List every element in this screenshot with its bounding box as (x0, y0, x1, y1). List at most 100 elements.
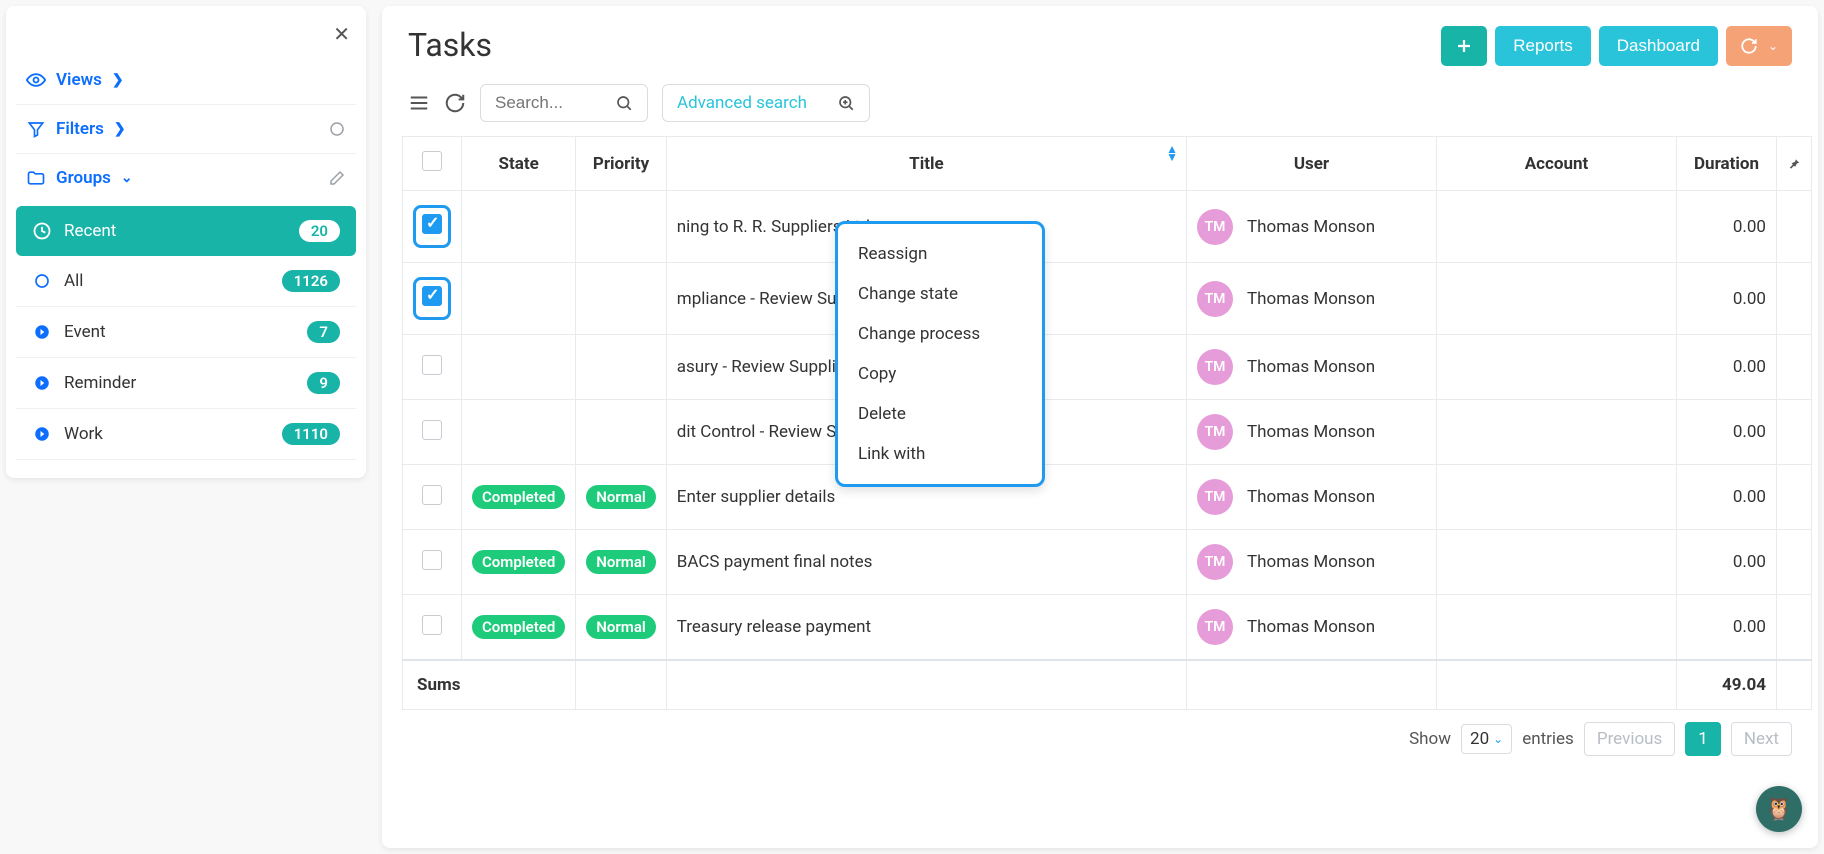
row-checkbox[interactable] (422, 550, 442, 570)
avatar: TM (1197, 349, 1233, 385)
entries-label: entries (1522, 729, 1574, 749)
row-title: BACS payment final notes (666, 530, 1186, 595)
row-checkbox[interactable] (422, 214, 442, 234)
table-row[interactable]: Completed Normal BACS payment final note… (403, 530, 1812, 595)
priority-badge: Normal (586, 615, 655, 639)
help-owl-avatar[interactable]: 🦉 (1756, 786, 1802, 832)
pager-previous[interactable]: Previous (1584, 722, 1675, 756)
avatar: TM (1197, 544, 1233, 580)
table-row[interactable]: mpliance - Review Supplier Details TMTho… (403, 263, 1812, 335)
avatar: TM (1197, 609, 1233, 645)
context-menu-item-link-with[interactable]: Link with (838, 434, 1042, 474)
row-title: Treasury release payment (666, 595, 1186, 661)
row-user: Thomas Monson (1247, 552, 1375, 572)
add-button[interactable] (1441, 26, 1487, 66)
row-checkbox[interactable] (422, 420, 442, 440)
context-menu-item-delete[interactable]: Delete (838, 394, 1042, 434)
row-account (1437, 530, 1677, 595)
chevron-down-icon: ⌄ (121, 170, 133, 186)
table-row[interactable]: ning to R. R. Suppliers Ltd TMThomas Mon… (403, 191, 1812, 263)
col-header-checkbox[interactable] (403, 137, 462, 191)
col-header-user[interactable]: User (1187, 137, 1437, 191)
priority-badge: Normal (586, 485, 655, 509)
refresh-icon[interactable] (444, 92, 466, 114)
circle-icon (32, 271, 52, 291)
chevron-right-icon: ❯ (114, 121, 126, 137)
pager-page-1[interactable]: 1 (1685, 722, 1721, 756)
table-row[interactable]: Completed Normal Treasury release paymen… (403, 595, 1812, 661)
row-duration: 0.00 (1677, 400, 1777, 465)
sums-duration: 49.04 (1677, 660, 1777, 710)
row-checkbox[interactable] (422, 485, 442, 505)
views-label: Views (56, 70, 102, 90)
row-checkbox[interactable] (422, 355, 442, 375)
chevron-down-icon: ⌄ (1768, 39, 1778, 53)
avatar: TM (1197, 281, 1233, 317)
table-row[interactable]: dit Control - Review Supplier Details TM… (403, 400, 1812, 465)
sidebar-item-work[interactable]: Work1110 (16, 409, 356, 460)
sidebar: ✕ Views ❯ Filters ❯ Groups ⌄ (6, 6, 366, 478)
sidebar-item-count: 20 (299, 220, 340, 242)
context-menu-item-change-process[interactable]: Change process (838, 314, 1042, 354)
row-account (1437, 465, 1677, 530)
sidebar-item-reminder[interactable]: Reminder 9 (16, 358, 356, 409)
sidebar-item-label: Work (64, 424, 103, 444)
dashboard-button[interactable]: Dashboard (1599, 26, 1718, 66)
col-header-duration[interactable]: Duration (1677, 137, 1777, 191)
sidebar-item-all[interactable]: All1126 (16, 256, 356, 307)
context-menu: ReassignChange stateChange processCopyDe… (835, 221, 1045, 487)
row-user: Thomas Monson (1247, 487, 1375, 507)
groups-list: Recent 20 All1126Event7 Reminder 9 Work1110 (16, 206, 356, 460)
groups-section-header[interactable]: Groups ⌄ (16, 154, 356, 202)
search-input-wrap[interactable] (480, 84, 648, 122)
state-badge: Completed (472, 485, 565, 509)
row-checkbox[interactable] (422, 615, 442, 635)
avatar: TM (1197, 414, 1233, 450)
circle-outline-icon[interactable] (328, 120, 346, 138)
row-account (1437, 335, 1677, 400)
row-user: Thomas Monson (1247, 217, 1375, 237)
row-duration: 0.00 (1677, 530, 1777, 595)
arrow-icon (32, 373, 52, 393)
col-header-account[interactable]: Account (1437, 137, 1677, 191)
row-account (1437, 595, 1677, 661)
reports-button[interactable]: Reports (1495, 26, 1591, 66)
col-header-title[interactable]: Title ▲▼ (666, 137, 1186, 191)
sidebar-item-count: 9 (307, 372, 340, 394)
chevron-right-icon: ❯ (112, 72, 124, 88)
sidebar-item-label: Reminder (64, 373, 136, 393)
views-section[interactable]: Views ❯ (16, 56, 356, 105)
page-size-select[interactable]: 20 ⌄ (1461, 724, 1512, 754)
sidebar-item-label: Recent (64, 221, 116, 241)
search-icon[interactable] (615, 94, 633, 112)
sidebar-item-count: 7 (307, 321, 340, 343)
row-user: Thomas Monson (1247, 289, 1375, 309)
chevron-down-icon: ⌄ (1493, 732, 1503, 746)
table-row[interactable]: asury - Review Supplier Details TMThomas… (403, 335, 1812, 400)
menu-icon[interactable] (408, 92, 430, 114)
col-header-priority[interactable]: Priority (576, 137, 666, 191)
context-menu-item-change-state[interactable]: Change state (838, 274, 1042, 314)
groups-label: Groups (56, 168, 111, 188)
row-duration: 0.00 (1677, 335, 1777, 400)
table-row[interactable]: Completed Normal Enter supplier details … (403, 465, 1812, 530)
row-checkbox[interactable] (422, 286, 442, 306)
sidebar-item-recent[interactable]: Recent 20 (16, 206, 356, 256)
col-header-state[interactable]: State (462, 137, 576, 191)
context-menu-item-reassign[interactable]: Reassign (838, 234, 1042, 274)
row-account (1437, 400, 1677, 465)
advanced-search-label: Advanced search (677, 93, 807, 113)
edit-icon[interactable] (328, 169, 346, 187)
sidebar-item-event[interactable]: Event7 (16, 307, 356, 358)
refresh-dropdown-button[interactable]: ⌄ (1726, 26, 1792, 66)
close-icon[interactable]: ✕ (333, 22, 350, 46)
row-user: Thomas Monson (1247, 422, 1375, 442)
sidebar-item-label: All (64, 271, 83, 291)
advanced-search-button[interactable]: Advanced search (662, 84, 870, 122)
filters-section[interactable]: Filters ❯ (16, 105, 356, 154)
row-account (1437, 263, 1677, 335)
col-header-pin[interactable] (1777, 137, 1812, 191)
search-input[interactable] (495, 93, 605, 113)
context-menu-item-copy[interactable]: Copy (838, 354, 1042, 394)
pager-next[interactable]: Next (1731, 722, 1792, 756)
